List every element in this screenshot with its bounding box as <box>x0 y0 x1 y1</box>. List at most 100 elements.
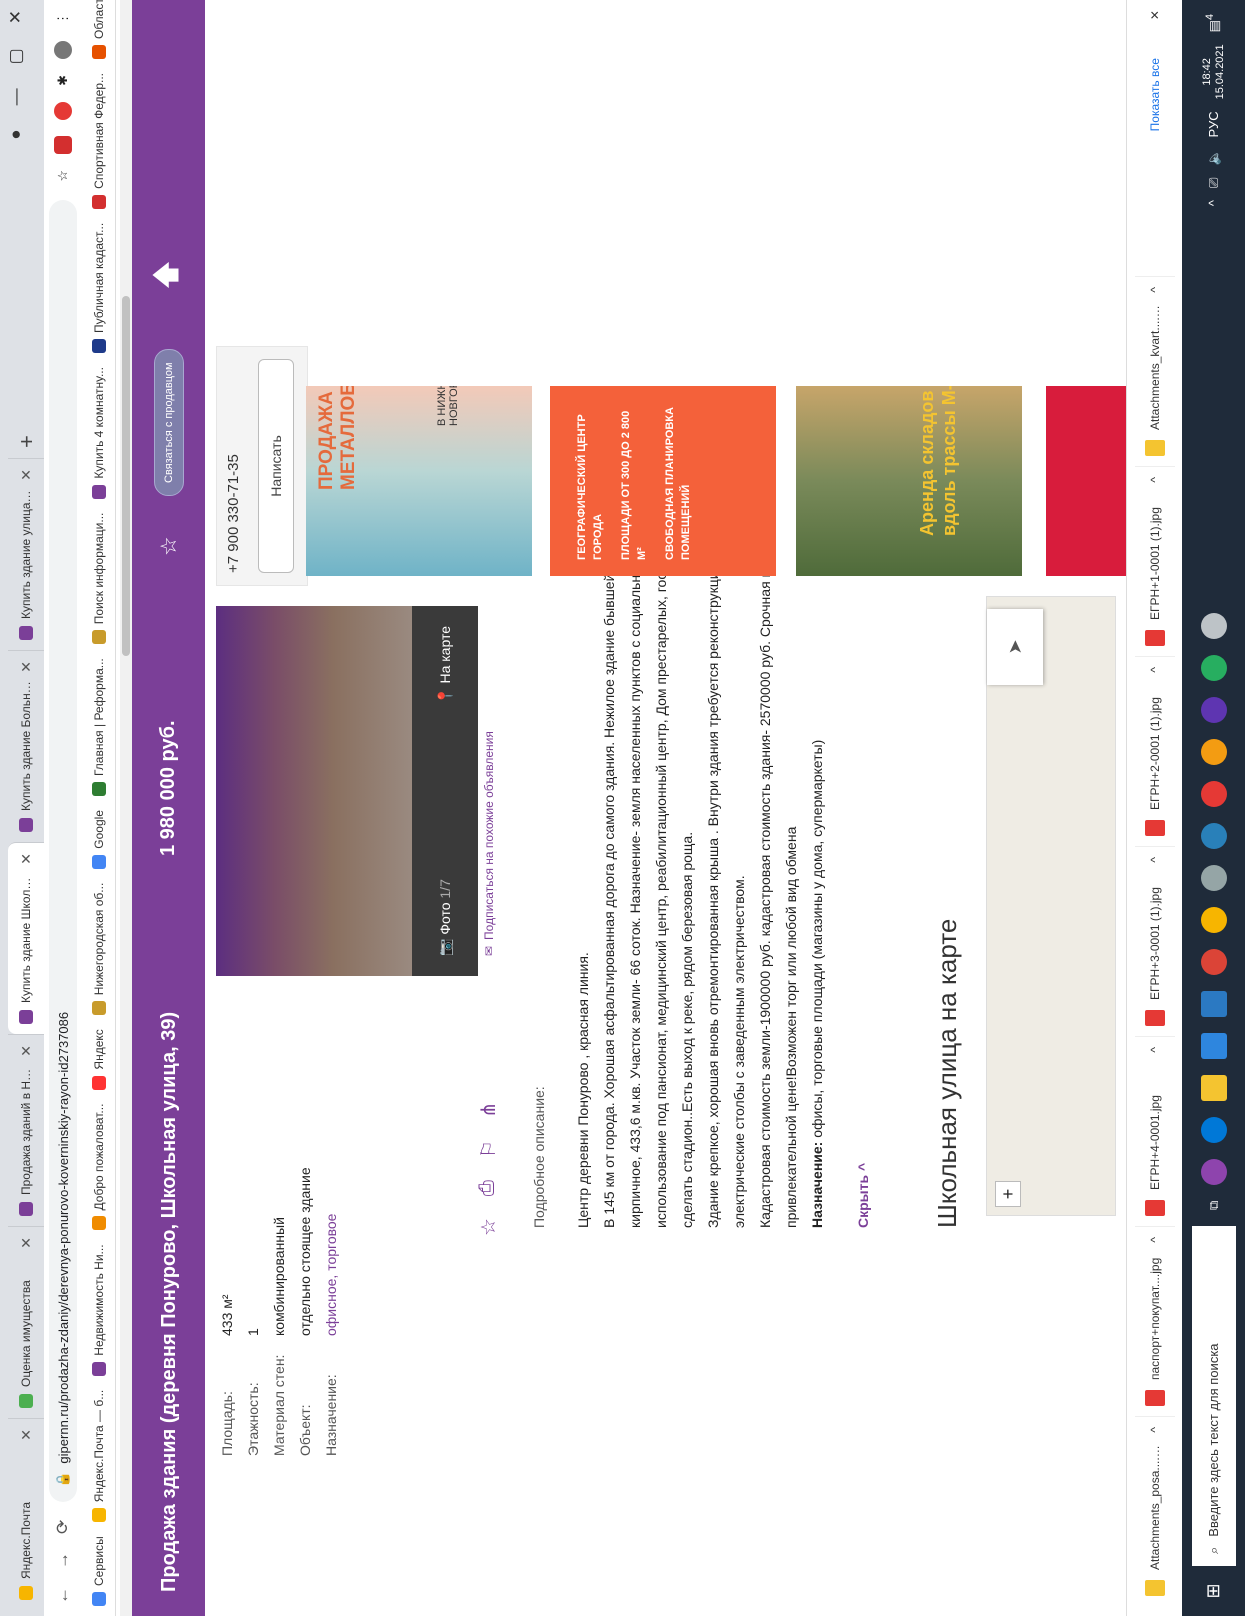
tab-close-icon[interactable]: ✕ <box>18 469 35 481</box>
share-icon[interactable]: ⋔ <box>476 1101 501 1118</box>
explorer-icon[interactable] <box>1200 1074 1227 1101</box>
minimize-button[interactable]: — <box>6 88 26 105</box>
volume-icon[interactable]: 🔈 <box>1206 149 1222 165</box>
download-chevron-icon[interactable]: ^ <box>1148 287 1162 293</box>
menu-dots-icon[interactable]: ⋮ <box>55 12 71 25</box>
bookmark-item[interactable]: Сервисы <box>91 1536 106 1606</box>
taskbar-search[interactable]: ⌕ Введите здесь текст для поиска <box>1191 1226 1236 1566</box>
download-item[interactable]: ЕГРН+4-0001.jpg ^ <box>1134 1036 1175 1226</box>
app-icon[interactable] <box>1200 990 1227 1017</box>
edge-icon[interactable] <box>1200 1116 1227 1143</box>
bookmark-item[interactable]: Поиск информаци... <box>91 513 106 645</box>
download-item[interactable]: Attachments_posa....zip ^ <box>1134 1416 1175 1606</box>
pdf-extension-icon[interactable] <box>54 135 72 154</box>
bookmark-item[interactable]: Купить 4 комнатну... <box>91 367 106 499</box>
chrome-icon[interactable] <box>1200 948 1227 975</box>
download-chevron-icon[interactable]: ^ <box>1148 667 1162 673</box>
subscribe-link[interactable]: ✉ Подписаться на похожие объявления <box>482 731 496 956</box>
download-chevron-icon[interactable]: ^ <box>1148 1427 1162 1433</box>
download-item[interactable]: паспорт+покупат....jpg ^ <box>1134 1226 1175 1416</box>
bookmark-star-icon[interactable]: ☆ <box>55 170 71 182</box>
new-tab-button[interactable]: + <box>14 425 44 458</box>
horizontal-scrollbar[interactable] <box>120 0 132 1616</box>
app-icon[interactable] <box>1200 864 1227 891</box>
download-chevron-icon[interactable]: ^ <box>1148 1047 1162 1053</box>
tab-3[interactable]: Купить здание Школьная улиц ✕ <box>8 842 44 1034</box>
print-icon[interactable]: ⎙ <box>476 1180 501 1196</box>
ad-warehouses[interactable]: Аренда складов вдоль трассы М-7 <box>796 386 1022 576</box>
store-icon[interactable] <box>1200 1032 1227 1059</box>
ad-premises[interactable]: ГЕОГРАФИЧЕСКИЙ ЦЕНТР ГОРОДА ПЛОЩАДИ ОТ 3… <box>550 386 776 576</box>
download-chevron-icon[interactable]: ^ <box>1148 1237 1162 1243</box>
bookmark-item[interactable]: Нижегородская об... <box>91 883 106 1016</box>
subscribe-label[interactable]: Подписаться на похожие объявления <box>482 731 496 940</box>
contact-seller-button[interactable]: Связаться с продавцом <box>153 349 184 496</box>
bookmark-item[interactable]: Яндекс.Почта — б... <box>91 1390 106 1523</box>
bookmark-item[interactable]: Публичная кадаст... <box>91 223 106 354</box>
map-link-label[interactable]: На карте <box>437 626 453 684</box>
reload-icon[interactable]: ⟳ <box>53 1520 73 1534</box>
download-item[interactable]: ЕГРН+2-0001 (1).jpg ^ <box>1134 656 1175 846</box>
tab-close-icon[interactable]: ✕ <box>18 661 35 673</box>
download-item[interactable]: ЕГРН+1-0001 (1).jpg ^ <box>1134 466 1175 656</box>
back-icon[interactable]: ← <box>53 1587 73 1604</box>
write-button[interactable]: Написать <box>258 359 294 573</box>
tab-close-icon[interactable]: ✕ <box>18 1237 35 1249</box>
language-indicator[interactable]: РУС <box>1206 111 1221 137</box>
complain-icon[interactable]: ⚐ <box>476 1140 501 1158</box>
map-link[interactable]: 📍 На карте <box>437 626 454 705</box>
download-chevron-icon[interactable]: ^ <box>1148 857 1162 863</box>
close-downloads-icon[interactable]: ✕ <box>1148 10 1162 20</box>
download-item[interactable]: ЕГРН+3-0001 (1).jpg ^ <box>1134 846 1175 1036</box>
bookmark-item[interactable]: Областные отделе... <box>91 0 106 59</box>
url-field[interactable]: 🔒 gipernn.ru/prodazha-zdaniy/derevnya-po… <box>49 199 77 1502</box>
profile-icon[interactable]: ● <box>6 129 26 139</box>
bookmark-item[interactable]: Спортивная Федер... <box>91 73 106 209</box>
bookmark-item[interactable]: Недвижимость Ни... <box>91 1244 106 1376</box>
photo-gallery[interactable]: 📷 Фото 1/7 📍 На карте <box>216 606 478 976</box>
opera-extension-icon[interactable] <box>54 101 72 120</box>
tab-close-icon[interactable]: ✕ <box>18 1045 35 1057</box>
zoom-in-button[interactable]: + <box>995 1181 1021 1207</box>
download-item[interactable]: Attachments_kvart....zip ^ <box>1134 276 1175 466</box>
app-icon[interactable] <box>1200 654 1227 681</box>
task-view-icon[interactable]: ⧉ <box>1206 1201 1222 1210</box>
avatar[interactable] <box>54 41 72 59</box>
app-icon[interactable] <box>1200 1158 1227 1185</box>
tab-0[interactable]: Яндекс.Почта ✕ <box>8 1418 44 1610</box>
geolocation-icon[interactable]: ➤ <box>987 609 1043 685</box>
star-icon[interactable]: ☆ <box>476 1218 501 1236</box>
windows-start-icon[interactable]: ⊞ <box>1203 1566 1224 1616</box>
maximize-button[interactable]: ▢ <box>6 48 26 64</box>
map-widget[interactable]: + ➤ <box>986 596 1116 1216</box>
app-icon[interactable] <box>1200 738 1227 765</box>
notifications-icon[interactable]: ▤4 <box>1204 14 1222 32</box>
network-icon[interactable]: ⎚ <box>1206 178 1222 188</box>
extensions-puzzle-icon[interactable]: ✱ <box>55 75 71 86</box>
clock[interactable]: 18:42 15.04.2021 <box>1201 44 1227 99</box>
tray-chevron-icon[interactable]: ^ <box>1206 200 1221 206</box>
favorite-star-icon[interactable]: ☆ <box>156 496 182 556</box>
tab-4[interactable]: Купить здание Больничная ули ✕ <box>8 650 44 842</box>
app-icon[interactable] <box>1200 906 1227 933</box>
download-chevron-icon[interactable]: ^ <box>1148 477 1162 483</box>
tab-1[interactable]: Оценка имущества ✕ <box>8 1226 44 1418</box>
app-icon[interactable] <box>1200 612 1227 639</box>
app-icon[interactable] <box>1200 696 1227 723</box>
yandex-browser-icon[interactable] <box>1200 780 1227 807</box>
scroll-up-arrow-icon[interactable]: 🡅 <box>145 261 193 290</box>
bookmark-item[interactable]: Главная | Реформа... <box>91 658 106 797</box>
phone-number[interactable]: +7 900 330-71-35 <box>217 347 250 585</box>
bookmark-item[interactable]: Google <box>91 810 106 869</box>
tab-2[interactable]: Продажа зданий в Нижегород ✕ <box>8 1034 44 1226</box>
tab-5[interactable]: Купить здание улица Лермонт ✕ <box>8 458 44 650</box>
show-all-button[interactable]: Показать все <box>1148 58 1162 131</box>
bookmark-item[interactable]: Яндекс <box>91 1029 106 1090</box>
ad-banner-red[interactable] <box>1046 386 1126 576</box>
bookmark-item[interactable]: Добро пожаловат... <box>91 1104 106 1231</box>
tab-close-icon[interactable]: ✕ <box>18 853 35 865</box>
app-icon[interactable] <box>1200 822 1227 849</box>
forward-icon[interactable]: → <box>53 1552 73 1569</box>
close-window-button[interactable]: ✕ <box>6 10 26 24</box>
tab-close-icon[interactable]: ✕ <box>18 1429 35 1441</box>
